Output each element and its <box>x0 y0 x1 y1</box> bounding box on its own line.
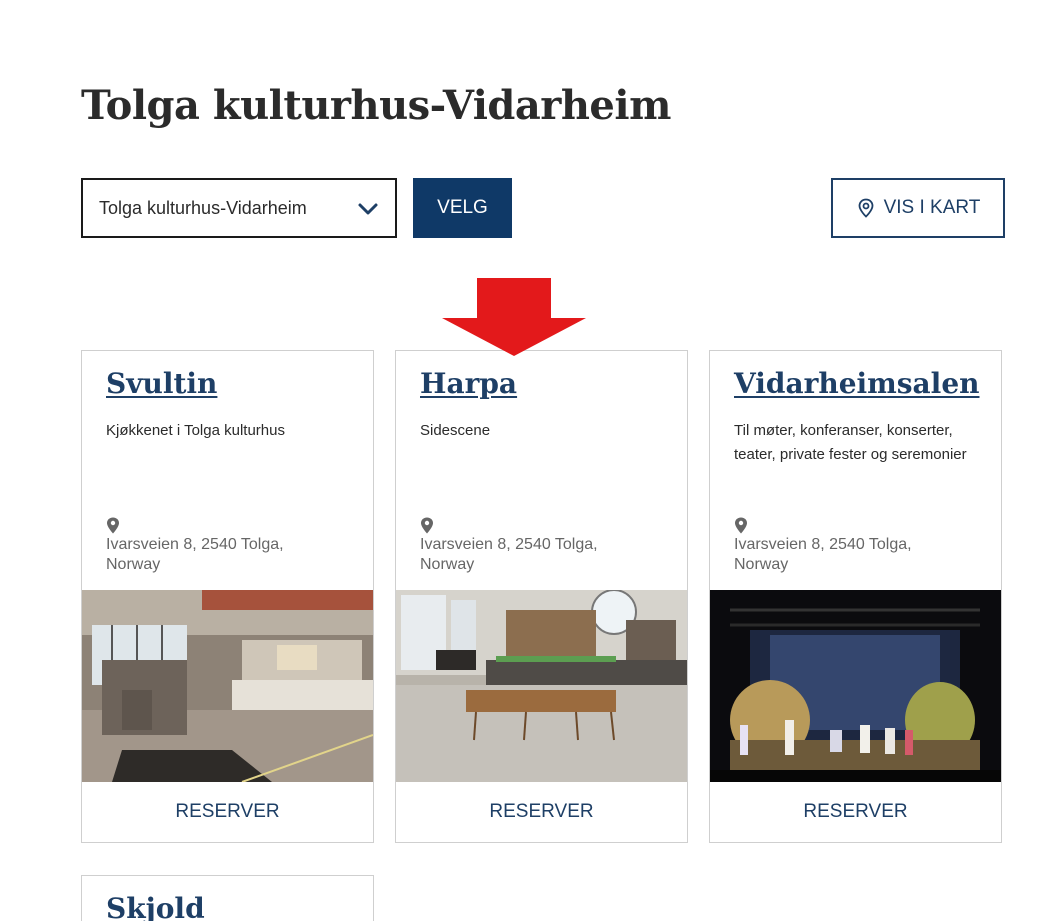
venue-card-skjold: Skjold <box>81 875 374 921</box>
venue-description: Til møter, konferanser, konserter, teate… <box>734 422 967 463</box>
reserve-button[interactable]: RESERVER <box>82 782 373 842</box>
venue-title-link[interactable]: Harpa <box>420 365 517 403</box>
show-on-map-label: VIS I KART <box>883 197 981 218</box>
venue-description: Sidescene <box>420 422 491 439</box>
location-pin-icon <box>107 517 119 534</box>
chevron-down-icon <box>358 203 378 215</box>
annotation-arrow-icon <box>442 278 586 356</box>
location-select[interactable]: Tolga kulturhus-Vidarheim <box>81 178 397 238</box>
venue-photo-theatre <box>710 590 1001 782</box>
venue-card-harpa: Harpa Sidescene Ivarsveien 8, 2540 Tolga… <box>395 350 688 843</box>
velg-button[interactable]: VELG <box>413 178 512 238</box>
location-pin-icon <box>735 517 747 534</box>
venue-photo-stage-room <box>396 590 687 782</box>
map-pin-icon <box>858 198 873 218</box>
venue-address: Ivarsveien 8, 2540 Tolga, Norway <box>734 536 912 573</box>
show-on-map-button[interactable]: VIS I KART <box>831 178 1005 238</box>
venue-description: Kjøkkenet i Tolga kulturhus <box>106 422 285 439</box>
page-title: Tolga kulturhus-Vidarheim <box>81 82 671 129</box>
venue-address: Ivarsveien 8, 2540 Tolga, Norway <box>106 536 284 573</box>
venue-photo-kitchen <box>82 590 373 782</box>
location-select-value: Tolga kulturhus-Vidarheim <box>99 198 307 218</box>
reserve-button[interactable]: RESERVER <box>396 782 687 842</box>
venue-card-svultin: Svultin Kjøkkenet i Tolga kulturhus Ivar… <box>81 350 374 843</box>
venue-title-link[interactable]: Vidarheimsalen <box>734 365 980 403</box>
venue-title-link[interactable]: Svultin <box>106 365 217 403</box>
venue-address: Ivarsveien 8, 2540 Tolga, Norway <box>420 536 598 573</box>
venue-card-vidarheimsalen: Vidarheimsalen Til møter, konferanser, k… <box>709 350 1002 843</box>
reserve-button[interactable]: RESERVER <box>710 782 1001 842</box>
venue-title-link[interactable]: Skjold <box>106 890 205 921</box>
location-pin-icon <box>421 517 433 534</box>
